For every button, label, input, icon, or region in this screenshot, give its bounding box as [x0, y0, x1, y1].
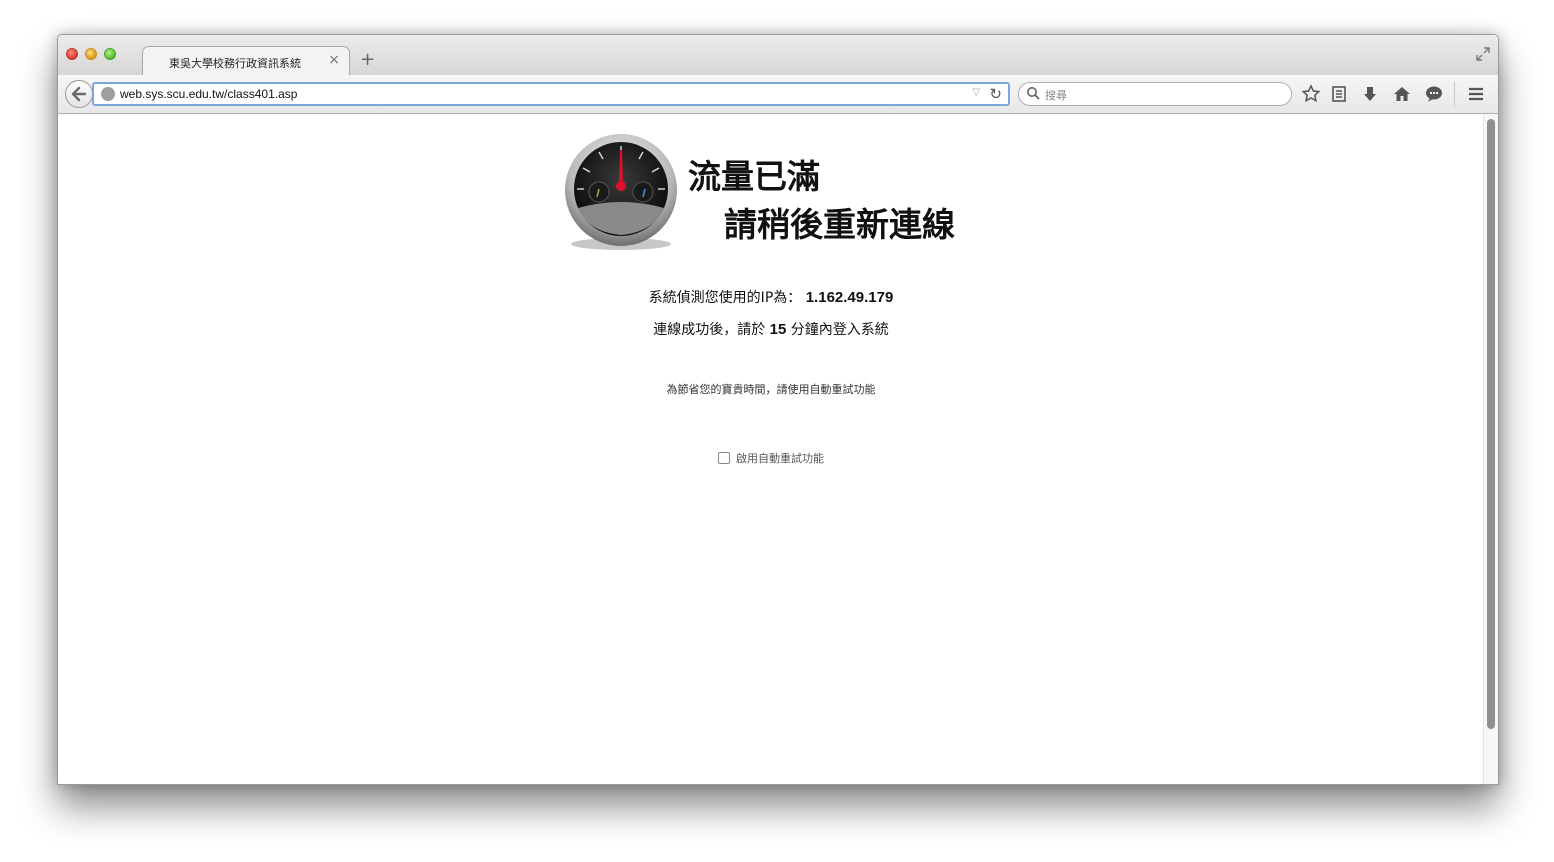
zoom-window-button[interactable] — [104, 48, 116, 60]
search-placeholder[interactable]: 搜尋 — [1045, 87, 1067, 103]
page-content: 流量已滿 請稍後重新連線 系統偵測您使用的IP為： 1.162.49.179 連… — [58, 114, 1498, 784]
reload-icon[interactable]: ↻ — [989, 85, 1002, 103]
navigation-toolbar: web.sys.scu.edu.tw/class401.asp ▽ ↻ 搜尋 — [58, 75, 1498, 114]
menu-icon[interactable] — [1466, 84, 1486, 104]
login-prefix: 連線成功後，請於 — [653, 322, 766, 338]
search-box[interactable]: 搜尋 — [1018, 82, 1292, 106]
heading-traffic-full: 流量已滿 — [688, 157, 820, 196]
title-bar: 東吳大學校務行政資訊系統 × + — [58, 35, 1498, 76]
tab-title: 東吳大學校務行政資訊系統 — [169, 57, 301, 70]
login-suffix: 分鐘內登入系統 — [790, 322, 889, 338]
url-text[interactable]: web.sys.scu.edu.tw/class401.asp — [120, 87, 297, 101]
retry-note: 為節省您的寶貴時間，請使用自動重試功能 — [666, 383, 876, 396]
auto-retry-label[interactable]: 啟用自動重試功能 — [736, 452, 824, 465]
ip-value: 1.162.49.179 — [805, 289, 894, 306]
address-bar[interactable]: web.sys.scu.edu.tw/class401.asp ▽ ↻ — [92, 82, 1010, 106]
auto-retry-checkbox[interactable] — [718, 452, 730, 464]
ip-notice: 系統偵測您使用的IP為： 1.162.49.179 — [58, 287, 1484, 307]
close-window-button[interactable] — [66, 48, 78, 60]
toolbar-separator — [1454, 81, 1455, 107]
tab-close-icon[interactable]: × — [328, 52, 340, 68]
auto-retry-option[interactable]: 啟用自動重試功能 — [58, 450, 1484, 466]
login-notice: 連線成功後，請於 15 分鐘內登入系統 — [58, 319, 1484, 339]
speedometer-icon — [565, 134, 677, 250]
bookmark-star-icon[interactable] — [1301, 84, 1321, 104]
browser-window: 東吳大學校務行政資訊系統 × + web.sys.scu.edu.tw/clas… — [57, 34, 1499, 785]
minimize-window-button[interactable] — [85, 48, 97, 60]
history-dropdown-icon[interactable]: ▽ — [972, 87, 980, 98]
site-identity-icon[interactable] — [101, 87, 115, 101]
new-tab-button[interactable]: + — [360, 49, 375, 70]
reading-list-icon[interactable] — [1329, 84, 1349, 104]
search-icon — [1027, 87, 1040, 100]
home-icon[interactable] — [1392, 84, 1412, 104]
back-button[interactable] — [65, 80, 93, 108]
login-minutes: 15 — [769, 321, 787, 338]
vertical-scrollbar[interactable] — [1483, 114, 1498, 784]
back-arrow-icon — [71, 86, 87, 102]
active-tab[interactable]: 東吳大學校務行政資訊系統 × — [142, 46, 350, 76]
fullscreen-icon[interactable] — [1476, 47, 1490, 61]
chat-icon[interactable] — [1424, 84, 1444, 104]
ip-label: 系統偵測您使用的IP為： — [648, 290, 802, 306]
heading-retry-later: 請稍後重新連線 — [724, 205, 955, 244]
download-icon[interactable] — [1360, 84, 1380, 104]
scrollbar-thumb[interactable] — [1487, 119, 1495, 729]
